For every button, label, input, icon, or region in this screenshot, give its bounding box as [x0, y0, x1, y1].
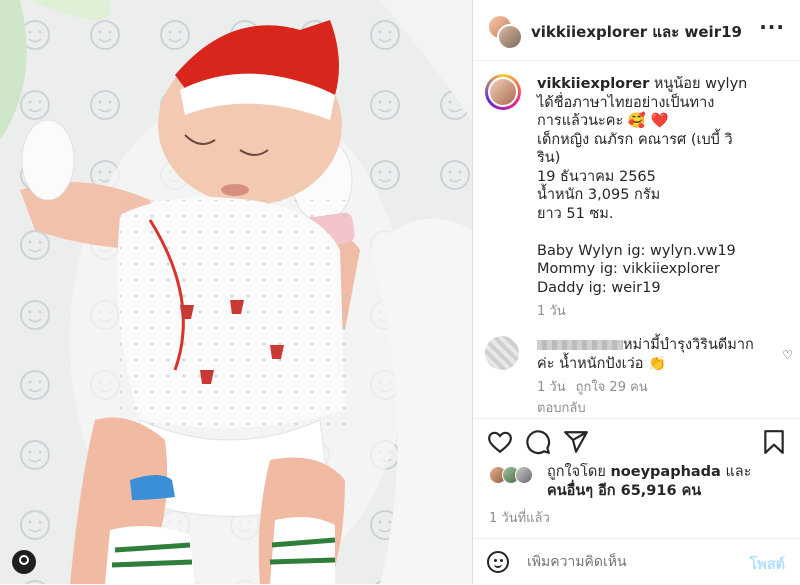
likes-others-count[interactable]: คนอื่นๆ อีก 65,916 คน [547, 483, 701, 499]
comment-likes[interactable]: ถูกใจ 29 คน [576, 380, 648, 395]
caption-author-avatar[interactable] [485, 74, 521, 110]
avatar [488, 77, 518, 107]
caption: vikkiiexplorer หนูน้อย wylyn ได้ชื่อภาษา… [537, 75, 789, 322]
avatar [497, 24, 523, 50]
commenter-avatar-blurred[interactable] [485, 336, 519, 370]
likes-prefix: ถูกใจโดย [547, 464, 611, 480]
profile-badge-icon[interactable] [12, 550, 36, 574]
post-photo[interactable] [0, 0, 472, 584]
caption-line: น้ำหนัก 3,095 กรัม [537, 187, 661, 203]
caption-time[interactable]: 1 วัน [537, 303, 789, 322]
caption-line: หนูน้อย wylyn [649, 76, 748, 92]
comment-meta: 1 วัน ถูกใจ 29 คน [537, 378, 767, 397]
post-comment-button[interactable]: โพสต์ [749, 553, 785, 576]
caption-and-comments[interactable]: vikkiiexplorer หนูน้อย wylyn ได้ชื่อภาษา… [473, 61, 800, 417]
reply-button[interactable]: ตอบกลับ [537, 399, 767, 417]
liker-username[interactable]: noeypaphada [610, 464, 720, 480]
post-header: vikkiiexplorer และ weir19 ··· [473, 0, 800, 61]
caption-line: ริน) [537, 150, 561, 166]
share-icon[interactable] [563, 429, 589, 455]
caption-line: 19 ธันวาคม 2565 [537, 168, 656, 185]
avatar [515, 466, 533, 484]
likes-and: และ [720, 464, 752, 480]
add-comment-input[interactable] [525, 553, 729, 571]
add-comment-bar: โพสต์ [473, 538, 800, 585]
comment-time[interactable]: 1 วัน [537, 380, 566, 395]
caption-line [537, 223, 789, 242]
caption-line: เด็กหญิง ณภัรก คณารศ (เบบี้ วิ [537, 131, 733, 148]
caption-line: การแล้วนะคะ 🥰 ❤️ [537, 113, 669, 129]
caption-line: Mommy ig: vikkiiexplorer [537, 261, 720, 277]
likes-summary: ถูกใจโดย noeypaphada และคนอื่นๆ อีก 65,9… [489, 463, 789, 503]
baby-photo-illustration [0, 0, 472, 584]
likes-text: ถูกใจโดย noeypaphada และคนอื่นๆ อีก 65,9… [547, 463, 792, 501]
more-options-icon[interactable]: ··· [759, 15, 785, 39]
heart-icon[interactable] [487, 429, 513, 455]
caption-line: Daddy ig: weir19 [537, 279, 661, 296]
bookmark-icon[interactable] [761, 429, 787, 455]
post-author-names[interactable]: vikkiiexplorer และ weir19 [531, 20, 742, 44]
caption-line: ได้ชื่อภาษาไทยอย่างเป็นทาง [537, 94, 715, 111]
caption-username[interactable]: vikkiiexplorer [537, 76, 649, 92]
caption-line: ยาว 51 ซม. [537, 205, 614, 222]
collab-avatars[interactable] [487, 14, 523, 50]
caption-line: Baby Wylyn ig: wylyn.vw19 [537, 242, 736, 259]
comment-icon[interactable] [525, 429, 551, 455]
commenter-username-blurred[interactable] [537, 340, 623, 350]
action-bar [473, 418, 800, 461]
emoji-icon[interactable] [487, 551, 509, 573]
post-side-panel: vikkiiexplorer และ weir19 ··· vikkiiexpl… [472, 0, 800, 584]
post-age[interactable]: 1 วันที่แล้ว [489, 507, 550, 528]
comment-like-heart-icon[interactable]: ♡ [782, 348, 793, 362]
